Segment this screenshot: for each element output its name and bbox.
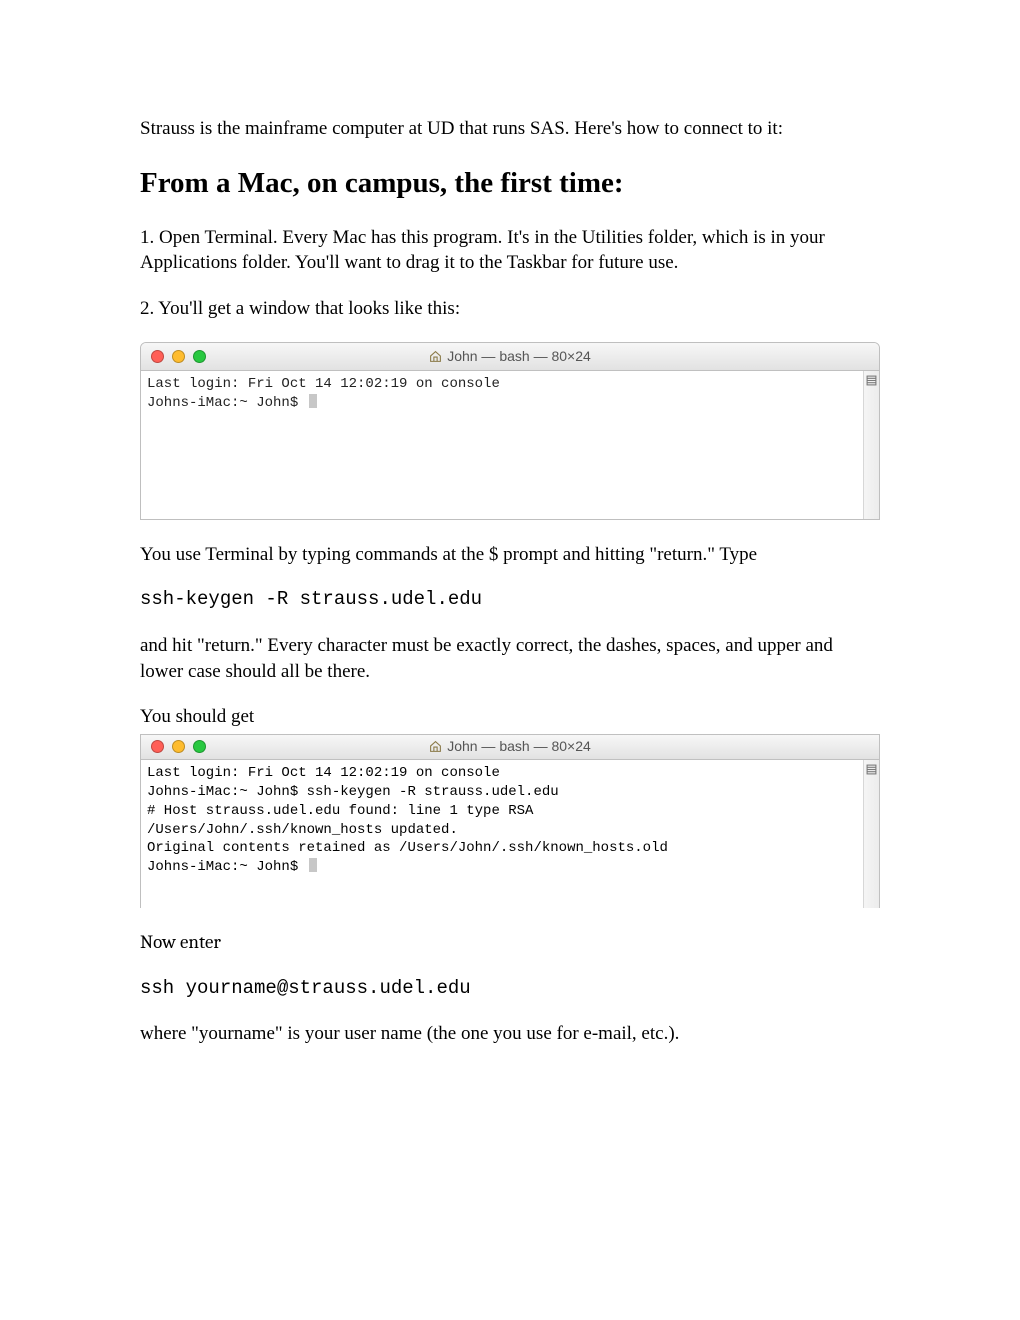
terminal-usage-paragraph: You use Terminal by typing commands at t…	[140, 542, 880, 568]
minimize-icon[interactable]	[172, 350, 185, 363]
intro-paragraph: Strauss is the mainframe computer at UD …	[140, 116, 880, 142]
command-1-note: and hit "return." Every character must b…	[140, 633, 880, 684]
terminal-titlebar: John — bash — 80×24	[141, 343, 879, 371]
minimize-icon[interactable]	[172, 740, 185, 753]
document-page: Strauss is the mainframe computer at UD …	[0, 0, 1020, 1107]
terminal-scrollbar[interactable]	[863, 760, 879, 908]
step-2-paragraph: 2. You'll get a window that looks like t…	[140, 296, 880, 322]
terminal-body[interactable]: Last login: Fri Oct 14 12:02:19 on conso…	[141, 371, 863, 519]
zoom-icon[interactable]	[193, 350, 206, 363]
step-1-paragraph: 1. Open Terminal. Every Mac has this pro…	[140, 225, 880, 276]
home-icon	[429, 350, 442, 363]
terminal-title-text: John — bash — 80×24	[447, 737, 591, 756]
terminal-output: Last login: Fri Oct 14 12:02:19 on conso…	[147, 765, 668, 875]
terminal-title: John — bash — 80×24	[141, 737, 879, 756]
command-2: ssh yourname@strauss.udel.edu	[140, 976, 880, 1002]
cursor-icon	[309, 858, 317, 872]
zoom-icon[interactable]	[193, 740, 206, 753]
cursor-icon	[309, 394, 317, 408]
section-heading: From a Mac, on campus, the first time:	[140, 164, 880, 203]
window-controls	[151, 740, 206, 753]
command-1: ssh-keygen -R strauss.udel.edu	[140, 587, 880, 613]
scroll-indicator-icon	[865, 764, 877, 776]
terminal-output: Last login: Fri Oct 14 12:02:19 on conso…	[147, 376, 500, 411]
terminal-window-1: John — bash — 80×24 Last login: Fri Oct …	[140, 342, 880, 520]
home-icon	[429, 740, 442, 753]
terminal-title-text: John — bash — 80×24	[447, 347, 591, 366]
terminal-scrollbar[interactable]	[863, 371, 879, 519]
you-should-get-label: You should get	[140, 704, 880, 730]
terminal-title: John — bash — 80×24	[141, 347, 879, 366]
close-icon[interactable]	[151, 350, 164, 363]
terminal-window-2: John — bash — 80×24 Last login: Fri Oct …	[140, 734, 880, 908]
command-2-note: where "yourname" is your user name (the …	[140, 1021, 880, 1047]
close-icon[interactable]	[151, 740, 164, 753]
window-controls	[151, 350, 206, 363]
terminal-titlebar: John — bash — 80×24	[141, 734, 880, 760]
terminal-body[interactable]: Last login: Fri Oct 14 12:02:19 on conso…	[141, 760, 863, 908]
now-enter-label: Now enter	[140, 930, 880, 956]
scroll-indicator-icon	[865, 375, 877, 387]
